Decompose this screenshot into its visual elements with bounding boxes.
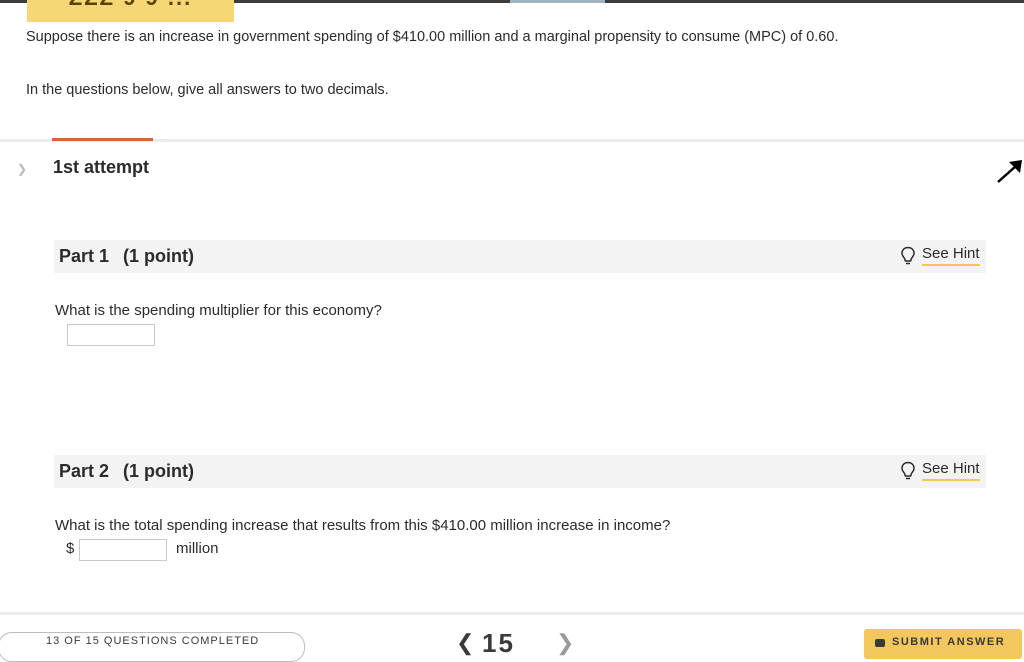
part-1-points: (1 point)	[123, 246, 195, 266]
part-1-answer-input[interactable]	[67, 324, 155, 346]
part-2-header: Part 2 (1 point) See Hint	[54, 455, 986, 488]
mouse-cursor-icon	[997, 160, 1022, 183]
part-1-title: Part 1 (1 point)	[59, 246, 194, 267]
part-1-label: Part 1	[59, 246, 110, 266]
part-2-question: What is the total spending increase that…	[55, 517, 671, 534]
part-1-hint-label: See Hint	[922, 245, 980, 266]
part-2-unit-suffix: million	[176, 540, 219, 557]
answer-instruction: In the questions below, give all answers…	[26, 82, 389, 98]
question-prompt: Suppose there is an increase in governme…	[26, 29, 839, 45]
chevron-down-icon[interactable]: ❯	[14, 162, 30, 176]
lightbulb-icon	[901, 246, 915, 265]
part-2-answer-input[interactable]	[79, 539, 167, 561]
chevron-left-icon[interactable]: ❮	[456, 630, 474, 656]
top-tab-label: ZZZ 9 9 ...	[27, 0, 234, 22]
part-2-title: Part 2 (1 point)	[59, 461, 194, 482]
attempt-title: 1st attempt	[53, 157, 150, 177]
progress-label: 13 OF 15 QUESTIONS COMPLETED	[46, 635, 260, 647]
part-1-question: What is the spending multiplier for this…	[55, 302, 382, 319]
submit-answer-button[interactable]: SUBMIT ANSWER	[864, 629, 1022, 659]
part-1-header: Part 1 (1 point) See Hint	[54, 240, 986, 273]
current-question-number: 15	[482, 628, 515, 658]
send-icon	[875, 639, 885, 647]
attempt-accent-bar	[52, 138, 153, 141]
section-divider	[0, 139, 1024, 142]
top-marker	[510, 0, 605, 3]
submit-answer-label: SUBMIT ANSWER	[892, 636, 1006, 648]
part-2-points: (1 point)	[123, 461, 195, 481]
footer-divider	[0, 612, 1024, 615]
chevron-right-icon[interactable]: ❯	[556, 630, 574, 656]
lightbulb-icon	[901, 461, 915, 480]
part-2-label: Part 2	[59, 461, 110, 481]
part-2-currency-prefix: $	[66, 540, 75, 557]
top-tab[interactable]: ZZZ 9 9 ...	[27, 0, 234, 22]
part-2-hint-label: See Hint	[922, 460, 980, 481]
